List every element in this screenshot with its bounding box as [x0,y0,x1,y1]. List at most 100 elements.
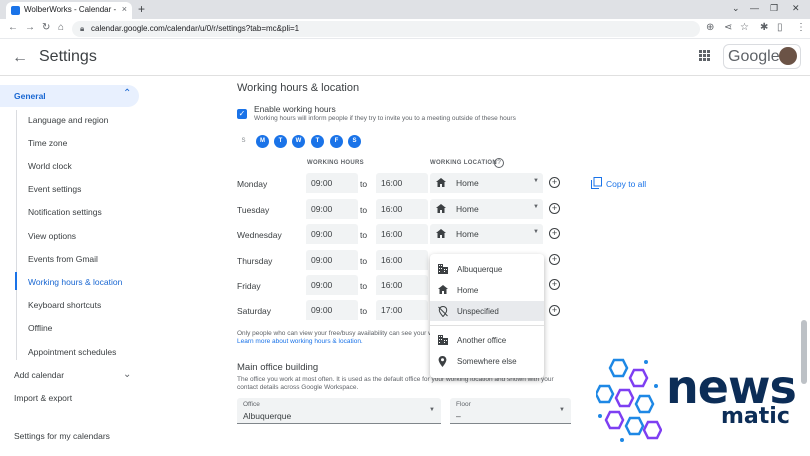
learn-more-link[interactable]: Learn more about working hours & locatio… [237,338,363,345]
menu-item-unspecified[interactable]: Unspecified [430,301,544,321]
menu-item-home[interactable]: Home [430,280,544,300]
day-toggle-wed[interactable]: W [292,135,305,148]
location-value: Home [456,178,479,188]
share-icon[interactable]: ⋖ [724,22,732,33]
sidebar-item-events-from-gmail[interactable]: Events from Gmail [28,254,98,264]
location-select[interactable]: Home ▼ [430,224,543,244]
back-nav-icon[interactable]: ← [8,22,18,33]
location-off-icon [438,306,448,317]
day-name: Saturday [237,306,272,316]
apps-grid-icon[interactable] [699,50,710,61]
end-time-field[interactable]: 16:00 [376,250,428,270]
bookmark-star-icon[interactable]: ☆ [740,22,749,33]
day-name: Friday [237,281,261,291]
start-time-field[interactable]: 09:00 [306,275,358,295]
sidebar-heading-my-calendars: Settings for my calendars [14,431,110,441]
menu-item-albuquerque[interactable]: Albuquerque [430,259,544,279]
tab-close-icon[interactable]: × [122,4,127,14]
copy-to-all-button[interactable]: Copy to all [606,179,646,189]
main-office-desc: contact details across Google Workspace. [237,384,359,391]
day-toggle-mon[interactable]: M [256,135,269,148]
location-select[interactable]: Home ▼ [430,173,543,193]
sidebar-item-appointment-schedules[interactable]: Appointment schedules [28,347,116,357]
sidebar-item-working-hours[interactable]: Working hours & location [28,277,122,287]
add-time-icon[interactable]: + [549,177,560,188]
app-header [0,40,810,76]
day-toggle-sat[interactable]: S [348,135,361,148]
google-logo: Google [728,48,780,65]
menu-item-another-office[interactable]: Another office [430,330,544,350]
dropdown-arrow-icon: ▼ [559,407,565,413]
address-bar[interactable]: 🔒︎ calendar.google.com/calendar/u/0/r/se… [72,21,700,37]
sidepanel-icon[interactable]: ▯ [777,22,783,33]
add-time-icon[interactable]: + [549,203,560,214]
sidebar-item-view-options[interactable]: View options [28,231,76,241]
to-label: to [360,306,368,316]
office-select[interactable]: Office Albuquerque ▼ [237,398,441,424]
add-time-icon[interactable]: + [549,305,560,316]
end-time-field[interactable]: 16:00 [376,173,428,193]
sidebar-active-indicator [15,272,17,290]
minimize-button[interactable]: — [750,3,759,13]
add-time-icon[interactable]: + [549,228,560,239]
avatar[interactable] [779,47,797,65]
start-time-field[interactable]: 09:00 [306,224,358,244]
browser-menu-icon[interactable]: ⋮ [796,22,806,33]
start-time-field[interactable]: 09:00 [306,173,358,193]
chevron-up-icon[interactable]: ⌃ [123,88,131,99]
sidebar-item-world-clock[interactable]: World clock [28,161,72,171]
chevron-down-icon[interactable]: ⌄ [123,369,131,380]
help-icon[interactable]: ? [494,158,504,168]
sidebar-item-language[interactable]: Language and region [28,115,108,125]
day-name: Wednesday [237,230,282,240]
tab-search-icon[interactable]: ⌄ [732,3,740,14]
close-window-button[interactable]: ✕ [792,3,800,14]
to-label: to [360,281,368,291]
start-time-field[interactable]: 09:00 [306,199,358,219]
add-time-icon[interactable]: + [549,254,560,265]
zoom-icon[interactable]: ⊕ [706,22,714,33]
sidebar-item-time-zone[interactable]: Time zone [28,138,67,148]
extensions-icon[interactable]: ✱ [760,22,768,33]
lock-icon: 🔒︎ [80,24,85,33]
day-toggle-tue[interactable]: T [274,135,287,148]
sidebar-item-offline[interactable]: Offline [28,323,52,333]
sidebar-tree-line [16,110,17,360]
home-icon [438,285,448,294]
floor-select[interactable]: Floor – ▼ [450,398,571,424]
scrollbar[interactable] [801,320,807,384]
sidebar-general-label: General [14,91,46,101]
add-time-icon[interactable]: + [549,279,560,290]
building-icon [438,335,448,345]
start-time-field[interactable]: 09:00 [306,300,358,320]
main-office-title: Main office building [237,362,319,373]
sidebar-item-add-calendar[interactable]: Add calendar [14,370,64,380]
menu-divider [430,325,544,326]
building-icon [438,264,448,274]
home-nav-icon[interactable]: ⌂ [58,22,64,33]
copy-icon[interactable] [591,177,602,189]
end-time-field[interactable]: 16:00 [376,199,428,219]
menu-item-label: Unspecified [457,307,499,316]
sidebar-item-event-settings[interactable]: Event settings [28,184,81,194]
day-toggle-sun[interactable]: S [237,135,250,148]
new-tab-button[interactable]: + [138,2,145,16]
end-time-field[interactable]: 17:00 [376,300,428,320]
back-arrow-icon[interactable]: ← [12,49,28,67]
enable-working-hours-checkbox[interactable]: ✓ [237,109,247,119]
end-time-field[interactable]: 16:00 [376,224,428,244]
sidebar-item-general[interactable]: General ⌃ [0,85,139,107]
browser-tab[interactable]: WolberWorks - Calendar - General × [6,2,132,19]
sidebar-item-notification-settings[interactable]: Notification settings [28,207,102,217]
sidebar-item-keyboard-shortcuts[interactable]: Keyboard shortcuts [28,300,101,310]
reload-icon[interactable]: ↻ [42,22,50,33]
restore-button[interactable]: ❐ [770,3,778,14]
forward-nav-icon[interactable]: → [25,22,35,33]
start-time-field[interactable]: 09:00 [306,250,358,270]
day-toggle-fri[interactable]: F [330,135,343,148]
end-time-field[interactable]: 16:00 [376,275,428,295]
sidebar-item-import-export[interactable]: Import & export [14,393,72,403]
day-toggle-thu[interactable]: T [311,135,324,148]
location-select[interactable]: Home ▼ [430,199,543,219]
menu-item-somewhere-else[interactable]: Somewhere else [430,351,544,371]
